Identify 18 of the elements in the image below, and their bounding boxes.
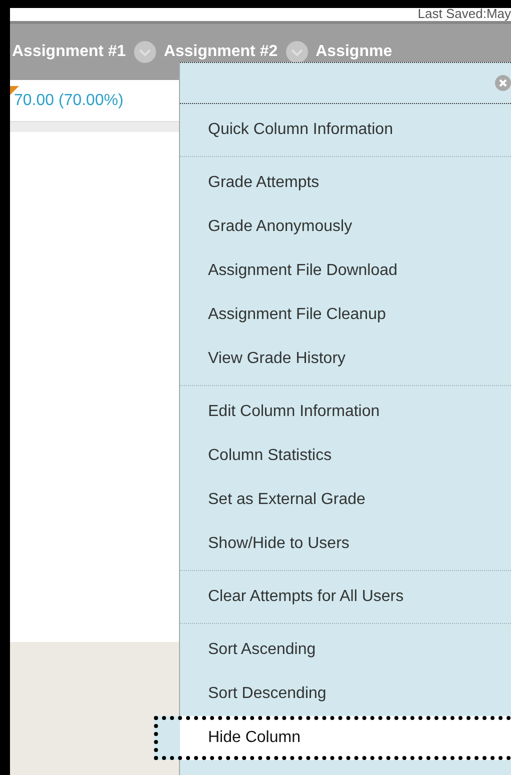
menu-item[interactable]: Assignment File Cleanup: [180, 293, 511, 337]
flag-icon: [10, 86, 19, 94]
menu-item[interactable]: Clear Attempts for All Users: [180, 575, 511, 619]
menu-item[interactable]: Quick Column Information: [180, 108, 511, 152]
menu-item[interactable]: Edit Column Information: [180, 390, 511, 434]
menu-item[interactable]: View Grade History: [180, 337, 511, 381]
menu-item[interactable]: Sort Ascending: [180, 628, 511, 672]
menu-item[interactable]: Column Statistics: [180, 434, 511, 478]
menu-item[interactable]: Sort Descending: [180, 672, 511, 716]
menu-item[interactable]: Show/Hide to Users: [180, 522, 511, 566]
menu-item[interactable]: Assignment File Download: [180, 249, 511, 293]
menu-item[interactable]: Grade Attempts: [180, 161, 511, 205]
chevron-icon[interactable]: [286, 41, 308, 63]
last-saved-text: Last Saved:May: [418, 8, 511, 21]
menu-item[interactable]: Set as External Grade: [180, 478, 511, 522]
menu-item[interactable]: Hide Column: [154, 716, 511, 760]
close-icon[interactable]: [495, 75, 511, 91]
menu-item[interactable]: Grade Anonymously: [180, 205, 511, 249]
